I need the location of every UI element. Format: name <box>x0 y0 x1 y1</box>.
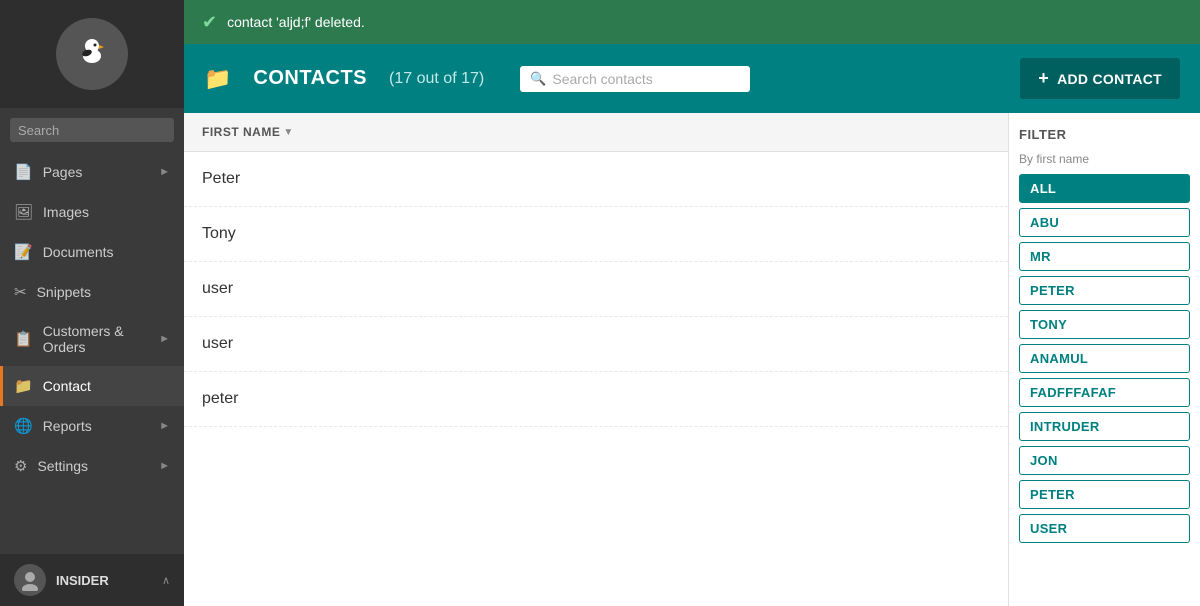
contact-name: Peter <box>202 170 240 187</box>
sort-arrow-icon: ▼ <box>283 127 293 138</box>
sidebar-item-documents[interactable]: 📝 Documents <box>0 232 184 272</box>
sidebar-nav: 📄 Pages ► 🖼 Images 📝 Documents ✂ Snippet… <box>0 152 184 554</box>
page-title: CONTACTS <box>253 67 367 90</box>
table-row[interactable]: user <box>184 317 1008 372</box>
sidebar-user[interactable]: INSIDER ∧ <box>0 554 184 606</box>
filter-btn-peter-1[interactable]: PETER <box>1019 276 1190 305</box>
filter-title: FILTER <box>1019 127 1190 142</box>
sidebar-item-label: Contact <box>43 378 170 394</box>
sidebar-logo <box>0 0 184 108</box>
add-contact-button[interactable]: + ADD CONTACT <box>1020 58 1180 99</box>
sidebar-item-label: Documents <box>43 244 170 260</box>
add-contact-label: ADD CONTACT <box>1057 71 1162 87</box>
sidebar-item-images[interactable]: 🖼 Images <box>0 192 184 232</box>
table-row[interactable]: user <box>184 262 1008 317</box>
contact-name: user <box>202 280 233 297</box>
filter-btn-fadfffafaf[interactable]: FADFFFAFAF <box>1019 378 1190 407</box>
documents-icon: 📝 <box>14 243 33 261</box>
sidebar-item-label: Settings <box>37 458 159 474</box>
filter-btn-user[interactable]: USER <box>1019 514 1190 543</box>
chevron-right-icon: ► <box>159 460 170 472</box>
avatar <box>14 564 46 596</box>
sidebar-search-area: 🔍 <box>0 108 184 152</box>
filter-btn-anamul[interactable]: ANAMUL <box>1019 344 1190 373</box>
contacts-list: FIRST NAME ▼ Peter Tony user user peter <box>184 113 1008 606</box>
sidebar-item-label: Reports <box>43 418 159 434</box>
sidebar-item-label: Images <box>43 204 170 220</box>
notification-bar: ✔ contact 'aljd;f' deleted. <box>184 0 1200 44</box>
filter-btn-intruder[interactable]: INTRUDER <box>1019 412 1190 441</box>
filter-btn-peter-2[interactable]: PETER <box>1019 480 1190 509</box>
filter-panel: FILTER By first name ALL ABU MR PETER TO… <box>1008 113 1200 606</box>
sidebar-item-label: Pages <box>43 164 159 180</box>
notification-message: contact 'aljd;f' deleted. <box>227 14 365 30</box>
search-contacts-input[interactable] <box>552 71 740 87</box>
logo-circle <box>56 18 128 90</box>
contact-name: Tony <box>202 225 236 242</box>
table-row[interactable]: Tony <box>184 207 1008 262</box>
check-circle-icon: ✔ <box>202 12 217 33</box>
sidebar-item-reports[interactable]: 🌐 Reports ► <box>0 406 184 446</box>
content-area: FIRST NAME ▼ Peter Tony user user peter … <box>184 113 1200 606</box>
bird-icon <box>70 30 114 79</box>
search-icon: 🔍 <box>530 71 546 87</box>
contacts-folder-icon: 📁 <box>204 66 231 92</box>
pages-icon: 📄 <box>14 163 33 181</box>
search-contacts-wrap[interactable]: 🔍 <box>520 66 750 92</box>
header-bar: 📁 CONTACTS (17 out of 17) 🔍 + ADD CONTAC… <box>184 44 1200 113</box>
customers-icon: 📋 <box>14 330 33 348</box>
table-header: FIRST NAME ▼ <box>184 113 1008 152</box>
sidebar-item-pages[interactable]: 📄 Pages ► <box>0 152 184 192</box>
table-row[interactable]: peter <box>184 372 1008 427</box>
plus-icon: + <box>1038 68 1049 89</box>
filter-btn-jon[interactable]: JON <box>1019 446 1190 475</box>
sidebar-search-wrap[interactable]: 🔍 <box>10 118 174 142</box>
filter-btn-tony[interactable]: TONY <box>1019 310 1190 339</box>
chevron-right-icon: ► <box>159 166 170 178</box>
snippets-icon: ✂ <box>14 283 27 301</box>
sidebar-item-label: Snippets <box>37 284 170 300</box>
reports-icon: 🌐 <box>14 417 33 435</box>
chevron-right-icon: ► <box>159 333 170 345</box>
sidebar-item-label: Customers & Orders <box>43 323 159 355</box>
sidebar-item-contact[interactable]: 📁 Contact <box>0 366 184 406</box>
chevron-up-icon: ∧ <box>162 574 170 587</box>
sidebar: 🔍 📄 Pages ► 🖼 Images 📝 Documents ✂ Snipp… <box>0 0 184 606</box>
filter-btn-all[interactable]: ALL <box>1019 174 1190 203</box>
first-name-column-header: FIRST NAME <box>202 125 280 139</box>
settings-icon: ⚙ <box>14 457 27 475</box>
contacts-count: (17 out of 17) <box>389 70 484 88</box>
chevron-right-icon: ► <box>159 420 170 432</box>
images-icon: 🖼 <box>14 203 33 221</box>
sidebar-item-customers[interactable]: 📋 Customers & Orders ► <box>0 312 184 366</box>
filter-btn-abu[interactable]: ABU <box>1019 208 1190 237</box>
search-input[interactable] <box>18 123 184 138</box>
filter-btn-mr[interactable]: MR <box>1019 242 1190 271</box>
sidebar-item-settings[interactable]: ⚙ Settings ► <box>0 446 184 486</box>
contact-name: user <box>202 335 233 352</box>
contact-name: peter <box>202 390 238 407</box>
contact-icon: 📁 <box>14 377 33 395</box>
sidebar-item-snippets[interactable]: ✂ Snippets <box>0 272 184 312</box>
filter-subtitle: By first name <box>1019 152 1190 166</box>
main-content: ✔ contact 'aljd;f' deleted. 📁 CONTACTS (… <box>184 0 1200 606</box>
user-name: INSIDER <box>56 573 162 588</box>
table-row[interactable]: Peter <box>184 152 1008 207</box>
